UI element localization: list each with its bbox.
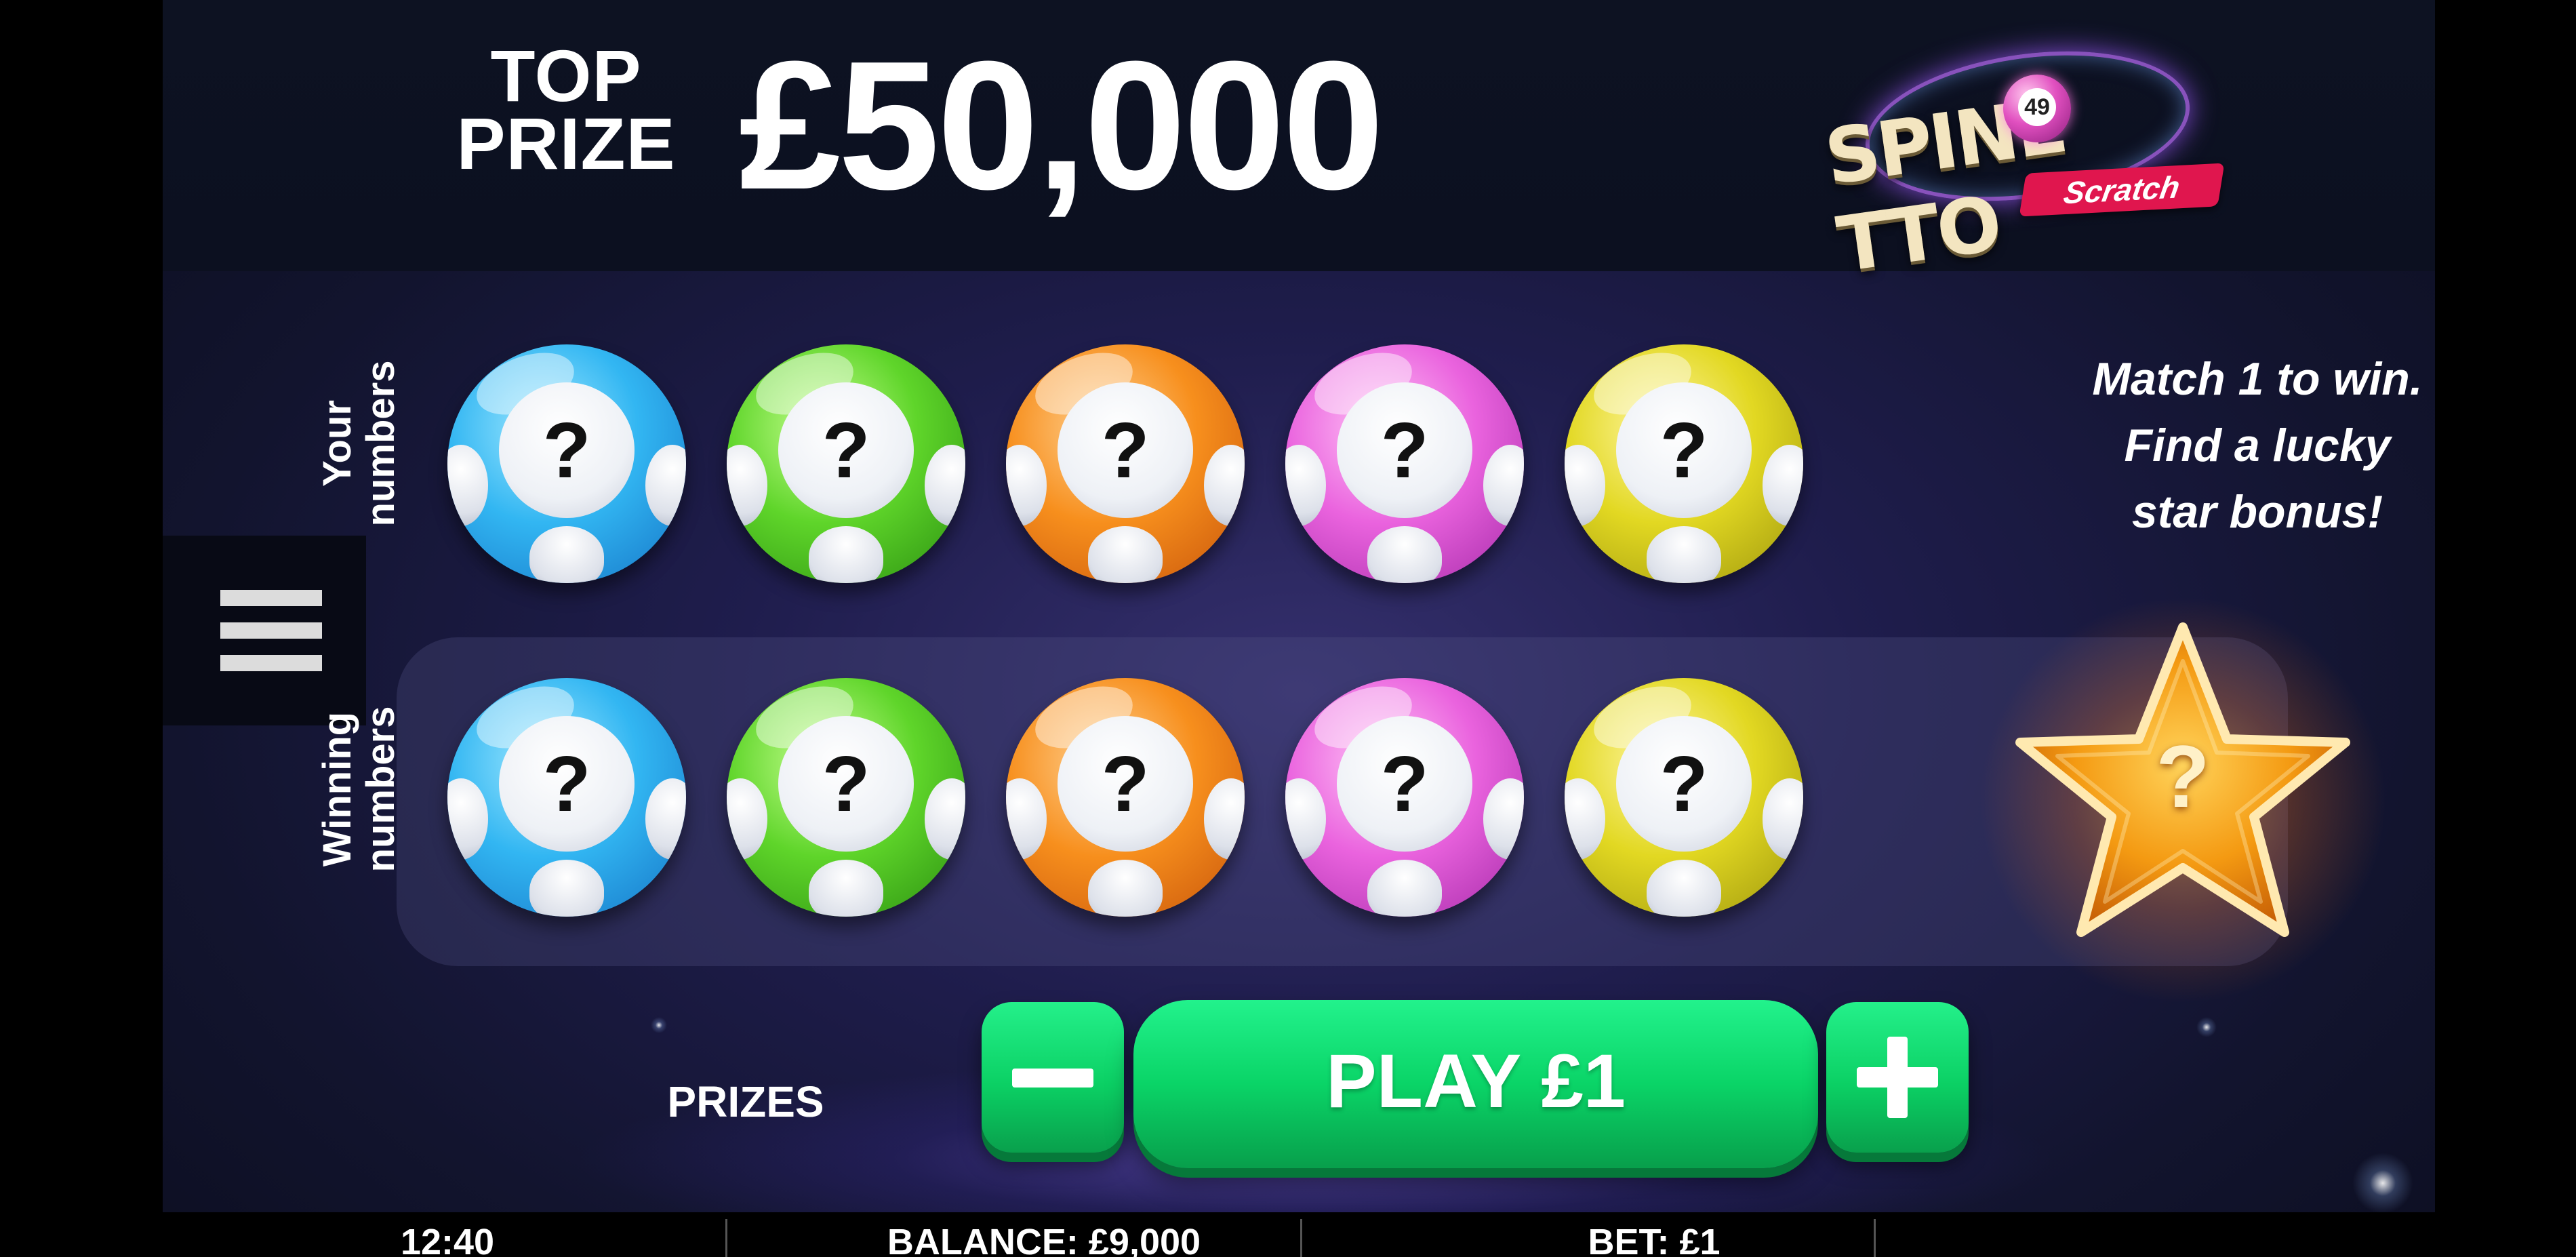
ball-spot: [1006, 778, 1047, 860]
play-button[interactable]: PLAY £1: [1133, 1000, 1818, 1168]
ball-spot: [1285, 445, 1326, 526]
your-number-ball-2[interactable]: ?: [727, 344, 965, 583]
your-numbers-label: Your numbers: [315, 360, 403, 527]
spinlotto-scratch-logo: SPINLTTO 49 Scratch: [1820, 32, 2225, 290]
sparkle: [2196, 1017, 2217, 1037]
ball-spot: [1565, 445, 1605, 526]
top-prize-amount: £50,000: [739, 24, 1384, 228]
ball-spot: [1204, 445, 1245, 526]
increase-bet-button[interactable]: [1826, 1002, 1969, 1153]
ball-value: ?: [542, 406, 591, 494]
ball-spot: [1483, 778, 1524, 860]
ball-spot: [809, 526, 883, 583]
ball-spot: [1006, 445, 1047, 526]
decrease-bet-button[interactable]: [982, 1002, 1124, 1153]
instructions-line2: Find a lucky: [2124, 420, 2391, 471]
prizes-button[interactable]: PRIZES: [597, 1075, 895, 1129]
ball-value: ?: [1380, 740, 1429, 828]
ball-spot: [645, 778, 686, 860]
ball-value: ?: [1659, 406, 1708, 494]
hamburger-menu-icon: [220, 590, 322, 606]
ball-spot: [727, 445, 767, 526]
instructions-line1: Match 1 to win.: [2092, 353, 2423, 405]
ball-spot: [925, 445, 965, 526]
ball-value: ?: [1101, 740, 1150, 828]
ball-spot: [727, 778, 767, 860]
ball-spot: [1367, 526, 1442, 583]
winning-number-ball-3[interactable]: ?: [1006, 678, 1245, 917]
ball-spot: [1483, 445, 1524, 526]
ball-spot: [925, 778, 965, 860]
sparkle: [651, 1017, 667, 1033]
top-prize-label-line1: TOP: [490, 35, 642, 117]
your-number-ball-1[interactable]: ?: [447, 344, 686, 583]
hamburger-menu-icon-bar: [220, 622, 322, 639]
ball-value: ?: [1380, 406, 1429, 494]
your-number-ball-4[interactable]: ?: [1285, 344, 1524, 583]
logo-ball-number: 49: [2018, 88, 2056, 126]
status-bar: 12:40 BALANCE: £9,000 BET: £1: [163, 1212, 2435, 1257]
status-divider: [1874, 1219, 1876, 1257]
ball-value: ?: [1101, 406, 1150, 494]
ball-spot: [1565, 778, 1605, 860]
your-number-ball-5[interactable]: ?: [1565, 344, 1803, 583]
ball-spot: [1285, 778, 1326, 860]
ball-spot: [1204, 778, 1245, 860]
your-number-ball-3[interactable]: ?: [1006, 344, 1245, 583]
sparkle: [2352, 1153, 2413, 1214]
header-bar: TOP PRIZE £50,000 SPINLTTO 49 Scratch: [163, 0, 2435, 290]
status-divider: [1300, 1219, 1302, 1257]
status-divider: [725, 1219, 727, 1257]
ball-spot: [529, 860, 604, 917]
winning-number-ball-5[interactable]: ?: [1565, 678, 1803, 917]
winning-numbers-label: Winning numbers: [315, 706, 403, 873]
ball-spot: [645, 445, 686, 526]
balance-display: BALANCE: £9,000: [887, 1222, 1201, 1257]
bonus-star-value: ?: [2156, 727, 2210, 826]
ball-value: ?: [1659, 740, 1708, 828]
ball-spot: [447, 445, 488, 526]
clock-time: 12:40: [400, 1222, 495, 1257]
ball-spot: [447, 778, 488, 860]
winning-number-ball-4[interactable]: ?: [1285, 678, 1524, 917]
winning-number-ball-1[interactable]: ?: [447, 678, 686, 917]
ball-spot: [1647, 860, 1721, 917]
ball-spot: [1088, 526, 1163, 583]
instructions-text: Match 1 to win. Find a lucky star bonus!: [2034, 346, 2435, 545]
ball-value: ?: [542, 740, 591, 828]
ball-spot: [1367, 860, 1442, 917]
top-prize-label-line2: PRIZE: [456, 102, 676, 184]
ball-spot: [1647, 526, 1721, 583]
top-prize-label: TOP PRIZE: [447, 35, 685, 184]
ball-spot: [529, 526, 604, 583]
plus-icon-vertical: [1887, 1037, 1908, 1118]
ball-spot: [1763, 778, 1803, 860]
winning-number-ball-2[interactable]: ?: [727, 678, 965, 917]
ball-value: ?: [822, 406, 870, 494]
ball-spot: [1088, 860, 1163, 917]
ball-value: ?: [822, 740, 870, 828]
bet-display: BET: £1: [1588, 1222, 1720, 1257]
instructions-line3: star bonus!: [2131, 486, 2383, 538]
ball-spot: [1763, 445, 1803, 526]
logo-lotto-ball: 49: [2003, 75, 2071, 142]
minus-icon: [1012, 1069, 1093, 1088]
game-screen: TOP PRIZE £50,000 SPINLTTO 49 Scratch Yo…: [163, 0, 2435, 1257]
ball-spot: [809, 860, 883, 917]
hamburger-menu-icon-bar: [220, 655, 322, 671]
